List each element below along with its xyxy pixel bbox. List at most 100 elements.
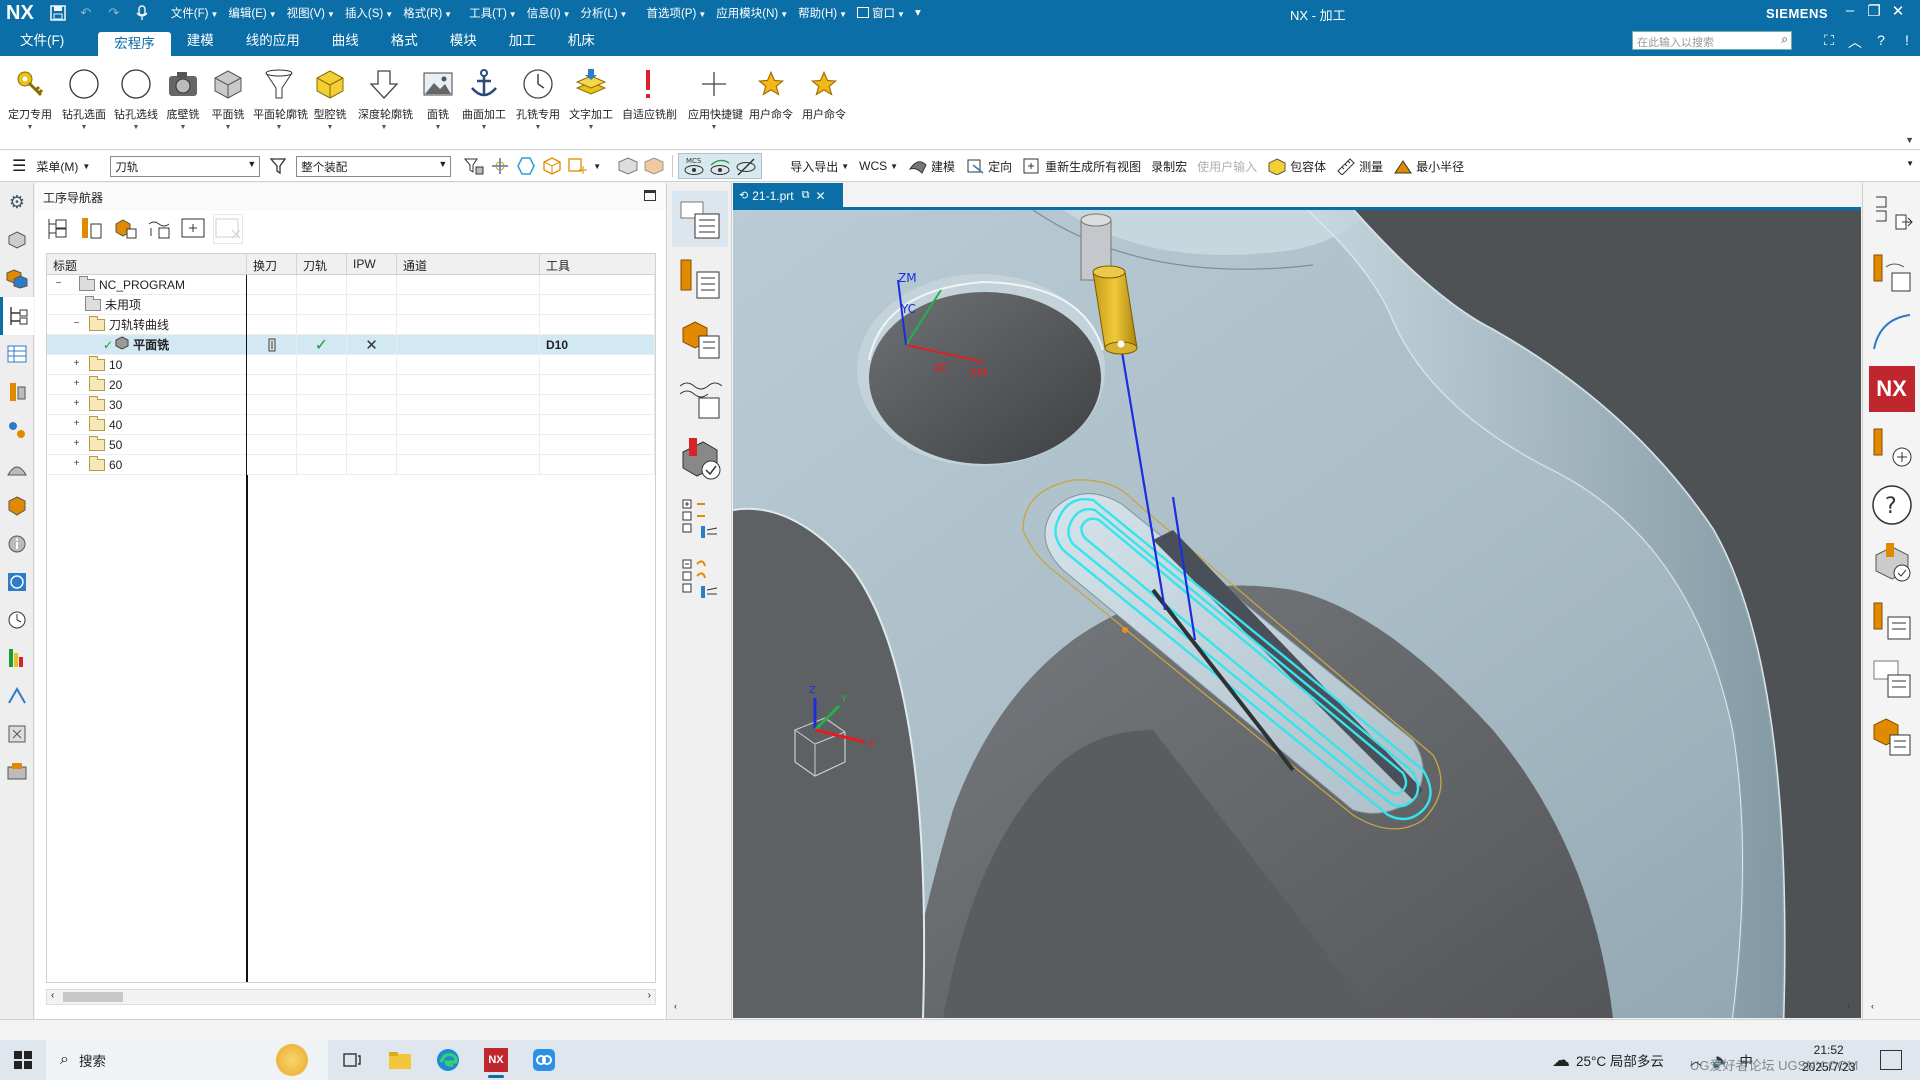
ribbon-btn-planar-mill[interactable]: 平面铣 ▼: [202, 66, 254, 131]
selection-filter-icon[interactable]: [461, 154, 487, 178]
ribbon-btn-face-mill[interactable]: 面铣 ▼: [412, 66, 464, 131]
app-taskbar-icon[interactable]: [520, 1040, 568, 1080]
expand-icon[interactable]: +: [71, 459, 82, 470]
nx-icon[interactable]: NX: [1866, 363, 1918, 415]
envelope-button[interactable]: 包容体: [1267, 157, 1326, 175]
ribbon-btn-zlevel-profile[interactable]: 深度轮廓铣 ▼: [358, 66, 413, 131]
tab-curve[interactable]: 曲线: [316, 26, 375, 56]
table-row[interactable]: + 50: [47, 434, 655, 455]
menu-overflow-icon[interactable]: ▾: [915, 5, 921, 21]
menu-analysis[interactable]: 分析(L) ▼: [580, 5, 627, 21]
create-program-tool-icon[interactable]: [671, 191, 728, 247]
table-row[interactable]: − NC_PROGRAM: [47, 274, 655, 295]
tool-library-icon[interactable]: [0, 373, 34, 411]
search-icon[interactable]: ⌕: [1781, 32, 1788, 47]
scroll-left-icon[interactable]: ‹: [51, 990, 54, 1001]
task-view-icon[interactable]: [328, 1040, 376, 1080]
path-eye-icon[interactable]: [707, 154, 733, 178]
curve-icon[interactable]: [1866, 305, 1918, 357]
record-macro-button[interactable]: 录制宏: [1151, 158, 1187, 175]
tab-machining[interactable]: 加工: [493, 26, 552, 56]
create-method-icon[interactable]: [672, 371, 728, 427]
assembly-scope-select[interactable]: 整个装配 ▼: [296, 155, 452, 177]
export-icon[interactable]: [1866, 189, 1918, 241]
method-view-icon[interactable]: [145, 214, 175, 244]
expand-icon[interactable]: +: [71, 419, 82, 430]
import-export-dropdown[interactable]: 导入导出 ▼: [790, 158, 849, 175]
column-header-channel[interactable]: 通道: [397, 254, 540, 274]
tab-macro[interactable]: 宏程序: [98, 32, 171, 56]
collapse-ribbon-icon[interactable]: ︿: [1842, 32, 1868, 52]
viewport-collapse-icon[interactable]: ‹: [1847, 1000, 1850, 1010]
orange-face-cube-icon[interactable]: [641, 154, 667, 178]
assembly-navigator-icon[interactable]: [0, 259, 34, 297]
history-icon[interactable]: [0, 487, 34, 525]
table-row-selected[interactable]: ✓ 平面铣 ✓ ✕ D10: [47, 334, 655, 355]
expand-all-icon[interactable]: [672, 491, 728, 547]
program-table-icon[interactable]: [1866, 653, 1918, 705]
table-navigator-icon[interactable]: [0, 335, 34, 373]
ribbon-btn-planar-profile[interactable]: 平面轮廓铣 ▼: [253, 66, 308, 131]
type-filter-select[interactable]: 刀轨 ▼: [110, 155, 261, 177]
fullscreen-icon[interactable]: ⛶: [1816, 32, 1842, 52]
close-tab-icon[interactable]: ✕: [815, 189, 825, 203]
part-navigator-icon[interactable]: [0, 221, 34, 259]
ribbon-btn-hole-mill[interactable]: 孔铣专用 ▼: [512, 66, 564, 131]
weather-icon[interactable]: ☁: [1552, 1050, 1570, 1071]
verify-icon[interactable]: [1866, 537, 1918, 589]
mcs-eye-icon[interactable]: MCS: [681, 154, 707, 178]
menu-format[interactable]: 格式(R) ▼: [403, 5, 452, 21]
menu-window[interactable]: 窗口 ▼: [857, 5, 905, 21]
delete-program-icon[interactable]: [213, 214, 243, 244]
toolbar-overflow-icon[interactable]: ▼: [1906, 159, 1914, 168]
settings-gear-icon[interactable]: ⚙: [0, 183, 34, 221]
restore-icon[interactable]: ❐: [1862, 2, 1886, 20]
snap-point-icon[interactable]: [487, 154, 513, 178]
color-palette-icon[interactable]: [0, 639, 34, 677]
machine-nav-icon[interactable]: [0, 411, 34, 449]
right-rail-collapse-icon[interactable]: ‹: [1871, 1001, 1874, 1011]
expand-icon[interactable]: +: [71, 379, 82, 390]
help-circle-icon[interactable]: ?: [1866, 479, 1918, 531]
menu-file[interactable]: 文件(F) ▼: [171, 5, 219, 21]
tab-machine[interactable]: 机床: [552, 26, 611, 56]
horizontal-scrollbar[interactable]: ‹ ›: [46, 989, 656, 1005]
wcs-dropdown[interactable]: WCS ▼: [859, 159, 898, 173]
tab-file[interactable]: 文件(F): [0, 26, 98, 56]
hexagon-icon[interactable]: [513, 154, 539, 178]
ribbon-btn-adaptive-mill[interactable]: 自适应铣削: [622, 66, 677, 122]
orient-button[interactable]: 定向: [965, 157, 1012, 175]
file-explorer-icon[interactable]: [376, 1040, 424, 1080]
table-row[interactable]: + 30: [47, 394, 655, 415]
clock-history-icon[interactable]: [0, 601, 34, 639]
collapse-all-icon[interactable]: [672, 551, 728, 607]
add-tool-icon[interactable]: [1866, 421, 1918, 473]
menu-preferences[interactable]: 首选项(P) ▼: [646, 5, 706, 21]
table-row[interactable]: + 10: [47, 354, 655, 375]
close-icon[interactable]: ✕: [1886, 2, 1910, 20]
undo-icon[interactable]: ↶: [75, 3, 97, 23]
table-row[interactable]: + 20: [47, 374, 655, 395]
expand-icon[interactable]: +: [71, 439, 82, 450]
menu-view[interactable]: 视图(V) ▼: [287, 5, 335, 21]
ribbon-btn-user-command-2[interactable]: 用户命令: [798, 66, 850, 122]
min-radius-button[interactable]: 最小半径: [1393, 157, 1464, 175]
expand-icon[interactable]: +: [71, 399, 82, 410]
filter-icon[interactable]: [266, 154, 292, 178]
menu-insert[interactable]: 插入(S) ▼: [345, 5, 393, 21]
notification-icon[interactable]: [1880, 1050, 1902, 1070]
ribbon-btn-app-shortcuts[interactable]: 应用快捷键 ▼: [688, 66, 743, 131]
taskbar-search-input[interactable]: ⌕ 搜索: [46, 1040, 328, 1080]
ribbon-btn-text-machining[interactable]: 文字加工 ▼: [565, 66, 617, 131]
hide-eye-icon[interactable]: [733, 154, 759, 178]
create-operation-icon[interactable]: [672, 431, 728, 487]
graphics-window-tab[interactable]: ⟲ 21-1.prt ⧉ ✕: [733, 183, 843, 208]
table-row[interactable]: 未用项: [47, 294, 655, 315]
tab-line-apps[interactable]: 线的应用: [230, 26, 316, 56]
column-header-ipw[interactable]: IPW: [347, 254, 397, 274]
minimize-icon[interactable]: –: [1838, 2, 1862, 20]
ribbon-btn-drill-line[interactable]: 钻孔选线 ▼: [110, 66, 162, 131]
column-header-path[interactable]: 刀轨: [297, 254, 347, 274]
microphone-icon[interactable]: [131, 3, 153, 23]
gray-cube-icon[interactable]: [615, 154, 641, 178]
